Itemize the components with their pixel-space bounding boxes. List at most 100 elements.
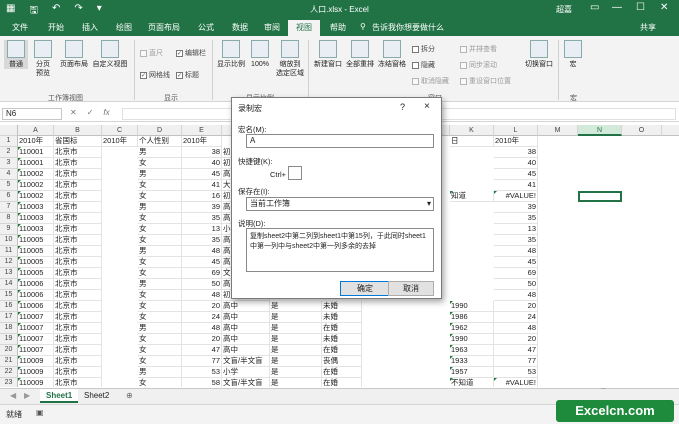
- table-cell[interactable]: 110003: [18, 202, 54, 213]
- tab-home[interactable]: 开始: [48, 22, 64, 33]
- table-cell[interactable]: 110002: [18, 191, 54, 202]
- row-header[interactable]: 23: [0, 378, 18, 387]
- table-cell[interactable]: 110003: [18, 224, 54, 235]
- table-cell[interactable]: 1990: [450, 301, 494, 312]
- column-header-m[interactable]: M: [538, 125, 578, 136]
- table-cell[interactable]: 北京市: [54, 224, 102, 235]
- table-cell[interactable]: 女: [138, 213, 182, 224]
- table-cell[interactable]: 文盲/半文盲: [222, 356, 270, 367]
- ribbon-display-icon[interactable]: ▭: [590, 2, 599, 13]
- table-cell[interactable]: 47: [494, 345, 538, 356]
- table-cell[interactable]: 男: [138, 323, 182, 334]
- table-cell[interactable]: 110002: [18, 180, 54, 191]
- table-cell[interactable]: 男: [138, 169, 182, 180]
- column-header-o[interactable]: O: [622, 125, 662, 136]
- name-box[interactable]: N6: [2, 108, 62, 120]
- column-header-n[interactable]: N: [578, 125, 622, 136]
- header-cell[interactable]: 2010年: [102, 136, 138, 147]
- table-cell[interactable]: 女: [138, 224, 182, 235]
- table-cell[interactable]: 1962: [450, 323, 494, 334]
- table-cell[interactable]: 48: [494, 246, 538, 257]
- row-header[interactable]: 22: [0, 367, 18, 378]
- table-cell[interactable]: 41: [494, 180, 538, 191]
- table-cell[interactable]: 女: [138, 268, 182, 279]
- table-cell[interactable]: 48: [182, 323, 222, 334]
- tab-data[interactable]: 数据: [232, 22, 248, 33]
- normal-view-button[interactable]: 普通: [4, 40, 28, 69]
- table-cell[interactable]: 北京市: [54, 147, 102, 158]
- table-cell[interactable]: 北京市: [54, 312, 102, 323]
- table-cell[interactable]: 110002: [18, 169, 54, 180]
- table-cell[interactable]: 110005: [18, 268, 54, 279]
- table-cell[interactable]: 北京市: [54, 191, 102, 202]
- table-cell[interactable]: 女: [138, 345, 182, 356]
- table-cell[interactable]: 是: [270, 323, 322, 334]
- zoom-100-button[interactable]: 100%: [248, 40, 272, 69]
- table-cell[interactable]: 男: [138, 279, 182, 290]
- table-cell[interactable]: 小学: [222, 367, 270, 378]
- table-cell[interactable]: 在婚: [322, 367, 362, 378]
- table-cell[interactable]: 未婚: [322, 334, 362, 345]
- side-by-side-button[interactable]: 并排查看: [460, 44, 497, 54]
- table-cell[interactable]: 20: [494, 334, 538, 345]
- table-cell[interactable]: 是: [270, 312, 322, 323]
- table-cell[interactable]: 16: [182, 191, 222, 202]
- row-header[interactable]: 9: [0, 224, 18, 235]
- row-header[interactable]: 18: [0, 323, 18, 334]
- table-cell[interactable]: 20: [182, 301, 222, 312]
- row-header[interactable]: 6: [0, 191, 18, 202]
- split-button[interactable]: 拆分: [412, 44, 435, 54]
- table-cell[interactable]: 女: [138, 257, 182, 268]
- header-cell[interactable]: 日: [450, 136, 494, 147]
- table-cell[interactable]: 77: [494, 356, 538, 367]
- table-cell[interactable]: 1933: [450, 356, 494, 367]
- add-sheet-icon[interactable]: ⊕: [120, 389, 139, 403]
- tell-me-search[interactable]: 告诉我你想要做什么: [372, 22, 444, 33]
- tab-help[interactable]: 帮助: [330, 22, 346, 33]
- column-header-a[interactable]: A: [18, 125, 54, 136]
- table-cell[interactable]: 女: [138, 356, 182, 367]
- row-header[interactable]: 8: [0, 213, 18, 224]
- table-cell[interactable]: 110007: [18, 323, 54, 334]
- table-cell[interactable]: 北京市: [54, 279, 102, 290]
- table-cell[interactable]: 13: [182, 224, 222, 235]
- table-cell[interactable]: 20: [494, 301, 538, 312]
- table-cell[interactable]: 是: [270, 367, 322, 378]
- table-cell[interactable]: 1957: [450, 367, 494, 378]
- row-header[interactable]: 10: [0, 235, 18, 246]
- table-cell[interactable]: 高中: [222, 323, 270, 334]
- table-cell[interactable]: 1990: [450, 334, 494, 345]
- table-cell[interactable]: 高中: [222, 301, 270, 312]
- row-header[interactable]: 14: [0, 279, 18, 290]
- table-cell[interactable]: 北京市: [54, 213, 102, 224]
- table-cell[interactable]: 35: [182, 213, 222, 224]
- table-cell[interactable]: 48: [182, 290, 222, 301]
- column-header-b[interactable]: B: [54, 125, 102, 136]
- table-cell[interactable]: 北京市: [54, 345, 102, 356]
- table-cell[interactable]: 是: [270, 345, 322, 356]
- table-cell[interactable]: 男: [138, 367, 182, 378]
- table-cell[interactable]: 110001: [18, 158, 54, 169]
- table-cell[interactable]: 高中: [222, 334, 270, 345]
- row-header[interactable]: 11: [0, 246, 18, 257]
- table-cell[interactable]: 女: [138, 378, 182, 387]
- active-cell[interactable]: [578, 191, 622, 202]
- row-header[interactable]: 4: [0, 169, 18, 180]
- table-cell[interactable]: 40: [494, 158, 538, 169]
- column-header-k[interactable]: K: [450, 125, 494, 136]
- new-window-button[interactable]: 新建窗口: [312, 40, 344, 69]
- table-cell[interactable]: 丧偶: [322, 356, 362, 367]
- share-button[interactable]: 共享: [640, 22, 656, 33]
- table-cell[interactable]: 女: [138, 235, 182, 246]
- table-cell[interactable]: 110005: [18, 257, 54, 268]
- row-header[interactable]: 13: [0, 268, 18, 279]
- table-cell[interactable]: 110006: [18, 290, 54, 301]
- table-cell[interactable]: 35: [182, 235, 222, 246]
- table-cell[interactable]: 47: [182, 345, 222, 356]
- table-cell[interactable]: 北京市: [54, 323, 102, 334]
- sheet-tab-sheet2[interactable]: Sheet2: [78, 389, 115, 403]
- table-cell[interactable]: 45: [494, 257, 538, 268]
- table-cell[interactable]: 110003: [18, 213, 54, 224]
- table-cell[interactable]: 女: [138, 312, 182, 323]
- help-icon[interactable]: ?: [400, 102, 405, 112]
